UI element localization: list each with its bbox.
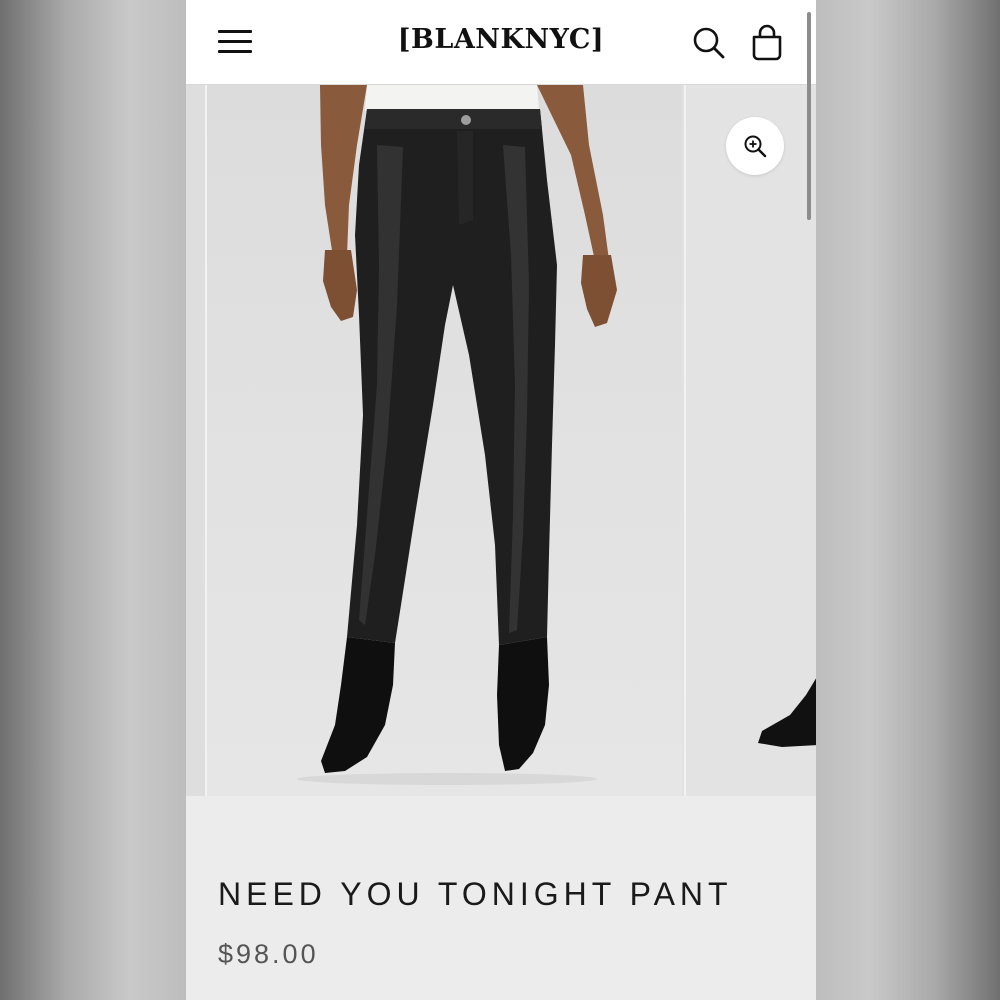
search-icon[interactable] — [691, 25, 727, 61]
product-title: NEED YOU TONIGHT PANT — [218, 876, 733, 912]
next-slide[interactable] — [684, 85, 816, 796]
background-blur-left — [0, 0, 186, 1000]
mobile-screen: [BLANKNYC] NEED YOU TONIGHT PANT $98.00 — [186, 0, 816, 1000]
product-image[interactable] — [207, 85, 682, 796]
product-image-carousel[interactable] — [186, 85, 816, 796]
background-blur-right — [814, 0, 1000, 1000]
zoom-in-icon[interactable] — [726, 117, 784, 175]
shopping-bag-icon[interactable] — [749, 24, 785, 62]
product-info: NEED YOU TONIGHT PANT $98.00 — [186, 796, 816, 1000]
product-price: $98.00 — [218, 939, 319, 969]
scrollbar[interactable] — [807, 12, 811, 220]
previous-slide[interactable] — [186, 85, 207, 796]
site-header: [BLANKNYC] — [186, 0, 816, 85]
